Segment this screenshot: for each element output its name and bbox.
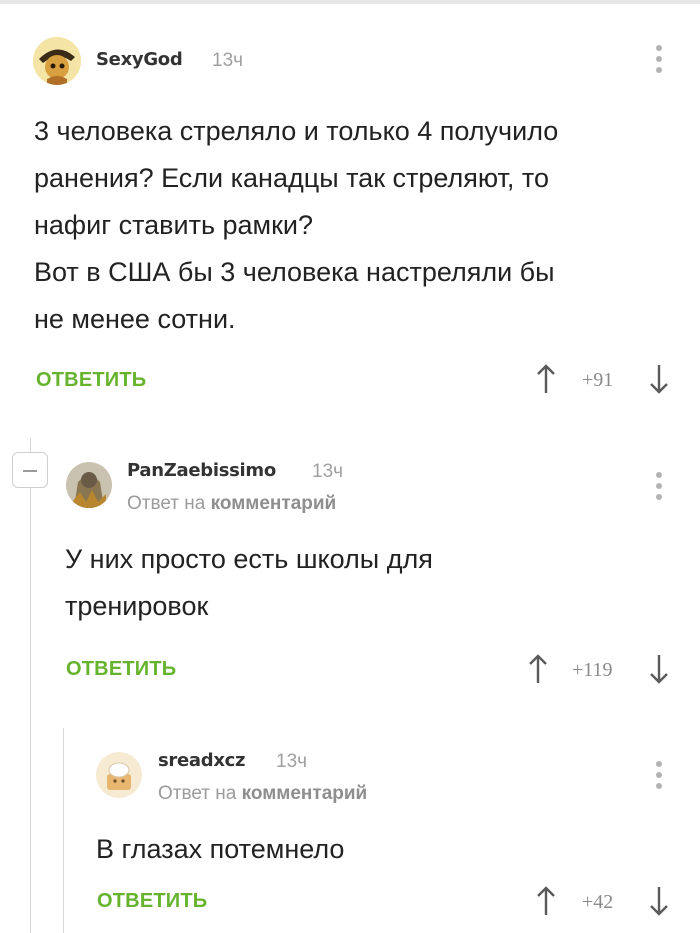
avatar[interactable] <box>33 37 81 85</box>
reply-info: Ответ на комментарий <box>158 783 368 804</box>
timestamp: 13ч <box>212 50 244 71</box>
more-icon[interactable] <box>656 761 662 794</box>
username[interactable]: SexyGod <box>96 49 183 70</box>
timestamp: 13ч <box>276 751 308 772</box>
avatar[interactable] <box>66 462 112 508</box>
reply-target-link[interactable]: комментарий <box>211 493 337 514</box>
comment-text: У них просто есть школы для тренировок <box>65 544 433 621</box>
arrow-up-icon[interactable] <box>535 885 557 922</box>
comment-text: В глазах потемнело <box>96 834 345 864</box>
username[interactable]: PanZaebissimo <box>127 460 276 481</box>
thread-line <box>30 438 31 933</box>
reply-target-link[interactable]: комментарий <box>242 783 368 804</box>
reply-button[interactable]: ОТВЕТИТЬ <box>66 658 176 681</box>
more-icon[interactable] <box>656 45 662 78</box>
collapse-icon[interactable] <box>12 452 48 488</box>
arrow-down-icon[interactable] <box>648 363 670 400</box>
arrow-down-icon[interactable] <box>648 653 670 690</box>
rating: +91 <box>582 369 614 391</box>
rating: +119 <box>572 659 613 681</box>
arrow-down-icon[interactable] <box>648 885 670 922</box>
top-divider <box>0 0 700 4</box>
arrow-up-icon[interactable] <box>527 653 549 690</box>
thread-line <box>63 728 64 933</box>
reply-button[interactable]: ОТВЕТИТЬ <box>97 890 207 913</box>
rating: +42 <box>582 891 614 913</box>
more-icon[interactable] <box>656 472 662 505</box>
avatar[interactable] <box>96 752 142 798</box>
comment-text: 3 человека стреляло и только 4 получило … <box>34 116 559 334</box>
reply-info: Ответ на комментарий <box>127 493 337 514</box>
reply-button[interactable]: ОТВЕТИТЬ <box>36 369 146 392</box>
username[interactable]: sreadxcz <box>158 750 245 771</box>
arrow-up-icon[interactable] <box>535 363 557 400</box>
timestamp: 13ч <box>312 461 344 482</box>
